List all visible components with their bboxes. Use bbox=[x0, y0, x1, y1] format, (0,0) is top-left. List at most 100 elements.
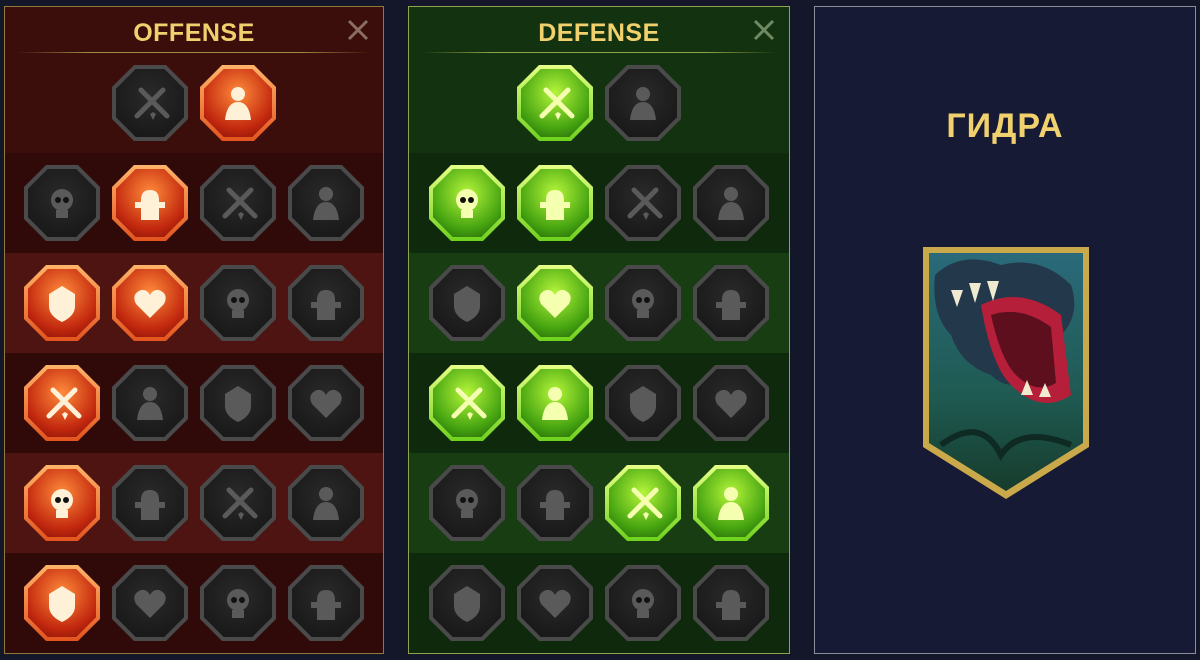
defense-talent-node[interactable] bbox=[693, 365, 769, 441]
defense-talent-node[interactable] bbox=[605, 565, 681, 641]
offense-talent-node[interactable] bbox=[200, 165, 276, 241]
offense-talent-node[interactable] bbox=[288, 565, 364, 641]
hooded-figure-icon bbox=[716, 290, 746, 320]
grasping-hand-icon bbox=[718, 487, 744, 520]
offense-talent-node[interactable] bbox=[200, 265, 276, 341]
defense-talent-node[interactable] bbox=[605, 265, 681, 341]
offense-talent-node[interactable] bbox=[112, 65, 188, 141]
offense-talent-node[interactable] bbox=[200, 365, 276, 441]
offense-talent-node[interactable] bbox=[288, 265, 364, 341]
axe-icon bbox=[225, 386, 251, 422]
chevron-shield-icon bbox=[456, 189, 478, 218]
running-shield-icon bbox=[456, 489, 478, 518]
defense-talent-node[interactable] bbox=[429, 265, 505, 341]
spiked-warrior-icon bbox=[454, 586, 480, 622]
sparkling-sword-icon bbox=[49, 586, 75, 622]
defense-panel: DEFENSE bbox=[408, 6, 790, 654]
defense-talent-node[interactable] bbox=[693, 265, 769, 341]
brute-icon bbox=[313, 487, 339, 520]
offense-talent-node[interactable] bbox=[24, 465, 100, 541]
offense-talent-node[interactable] bbox=[112, 465, 188, 541]
chain-lightning-icon bbox=[310, 389, 342, 418]
offense-tier-row bbox=[5, 353, 383, 453]
dagger-circle-icon bbox=[222, 487, 258, 520]
defense-talent-node[interactable] bbox=[693, 165, 769, 241]
offense-talent-node[interactable] bbox=[288, 365, 364, 441]
bleeding-heart-icon bbox=[46, 387, 82, 420]
defense-talent-node[interactable] bbox=[605, 65, 681, 141]
offense-talent-node[interactable] bbox=[24, 365, 100, 441]
defense-tier-row bbox=[409, 453, 789, 553]
close-icon bbox=[753, 19, 775, 41]
figures-icon bbox=[454, 286, 480, 322]
mohawk-skull-icon bbox=[311, 590, 341, 620]
open-hand-icon bbox=[630, 386, 656, 422]
strongman-icon bbox=[716, 590, 746, 620]
offense-talent-node[interactable] bbox=[288, 165, 364, 241]
defense-talent-node[interactable] bbox=[693, 565, 769, 641]
offense-talent-node[interactable] bbox=[112, 365, 188, 441]
fangs-icon bbox=[134, 289, 166, 318]
radiant-skull-icon bbox=[627, 487, 663, 520]
knight-helmet-icon bbox=[134, 589, 166, 618]
defense-talent-node[interactable] bbox=[517, 165, 593, 241]
offense-tier-row bbox=[5, 553, 383, 653]
defense-talent-node[interactable] bbox=[429, 465, 505, 541]
crossed-blades-icon bbox=[718, 187, 744, 220]
demon-icon bbox=[51, 189, 73, 218]
defense-tier-row bbox=[409, 253, 789, 353]
defense-talent-node[interactable] bbox=[517, 365, 593, 441]
offense-talent-node[interactable] bbox=[200, 65, 276, 141]
offense-talent-node[interactable] bbox=[112, 265, 188, 341]
defense-talent-node[interactable] bbox=[429, 165, 505, 241]
crossed-swords-icon bbox=[134, 87, 170, 120]
flames-icon bbox=[540, 490, 570, 520]
defense-talent-node[interactable] bbox=[605, 365, 681, 441]
hero-panel: ГИДРА bbox=[814, 6, 1196, 654]
defense-talent-node[interactable] bbox=[605, 465, 681, 541]
offense-tier-row bbox=[5, 453, 383, 553]
offense-panel: OFFENSE bbox=[4, 6, 384, 654]
bull-icon bbox=[715, 389, 747, 418]
defense-close-button[interactable] bbox=[751, 17, 777, 43]
shield-break-icon bbox=[222, 187, 258, 220]
defense-talent-node[interactable] bbox=[517, 465, 593, 541]
offense-tier-row bbox=[5, 153, 383, 253]
hero-portrait-banner[interactable] bbox=[921, 245, 1091, 501]
arrows-explosion-icon bbox=[51, 489, 73, 518]
defense-tier-row bbox=[409, 353, 789, 453]
offense-talent-node[interactable] bbox=[288, 465, 364, 541]
offense-talent-node[interactable] bbox=[200, 565, 276, 641]
hourglass-skull-icon bbox=[542, 387, 568, 420]
sword-strike-icon bbox=[225, 87, 251, 120]
offense-talent-node[interactable] bbox=[112, 165, 188, 241]
defense-title: DEFENSE bbox=[538, 19, 660, 47]
bricks-icon bbox=[539, 87, 575, 120]
defense-talent-node[interactable] bbox=[429, 365, 505, 441]
defense-talent-node[interactable] bbox=[517, 565, 593, 641]
hero-name: ГИДРА bbox=[946, 107, 1064, 145]
offense-talent-node[interactable] bbox=[24, 265, 100, 341]
fist-icon bbox=[137, 387, 163, 420]
offense-close-button[interactable] bbox=[345, 17, 371, 43]
defense-talent-node[interactable] bbox=[693, 465, 769, 541]
skull-wind-icon bbox=[227, 289, 249, 318]
offense-talent-node[interactable] bbox=[24, 565, 100, 641]
scythe-icon bbox=[311, 290, 341, 320]
defense-talent-node[interactable] bbox=[517, 265, 593, 341]
defense-talent-node[interactable] bbox=[605, 165, 681, 241]
offense-tier-row bbox=[5, 253, 383, 353]
defense-talent-node[interactable] bbox=[517, 65, 593, 141]
offense-talent-node[interactable] bbox=[24, 165, 100, 241]
defense-talent-node[interactable] bbox=[429, 565, 505, 641]
defense-tier-row bbox=[409, 153, 789, 253]
offense-talent-node[interactable] bbox=[112, 565, 188, 641]
offense-talent-node[interactable] bbox=[200, 465, 276, 541]
titan-icon bbox=[627, 187, 663, 220]
ogre-icon bbox=[227, 589, 249, 618]
heart-crack-icon bbox=[313, 187, 339, 220]
winged-shield-icon bbox=[539, 589, 571, 618]
knight-shield-icon bbox=[539, 289, 571, 318]
defense-tier-row bbox=[409, 53, 789, 153]
bearded-head-icon bbox=[632, 589, 654, 618]
